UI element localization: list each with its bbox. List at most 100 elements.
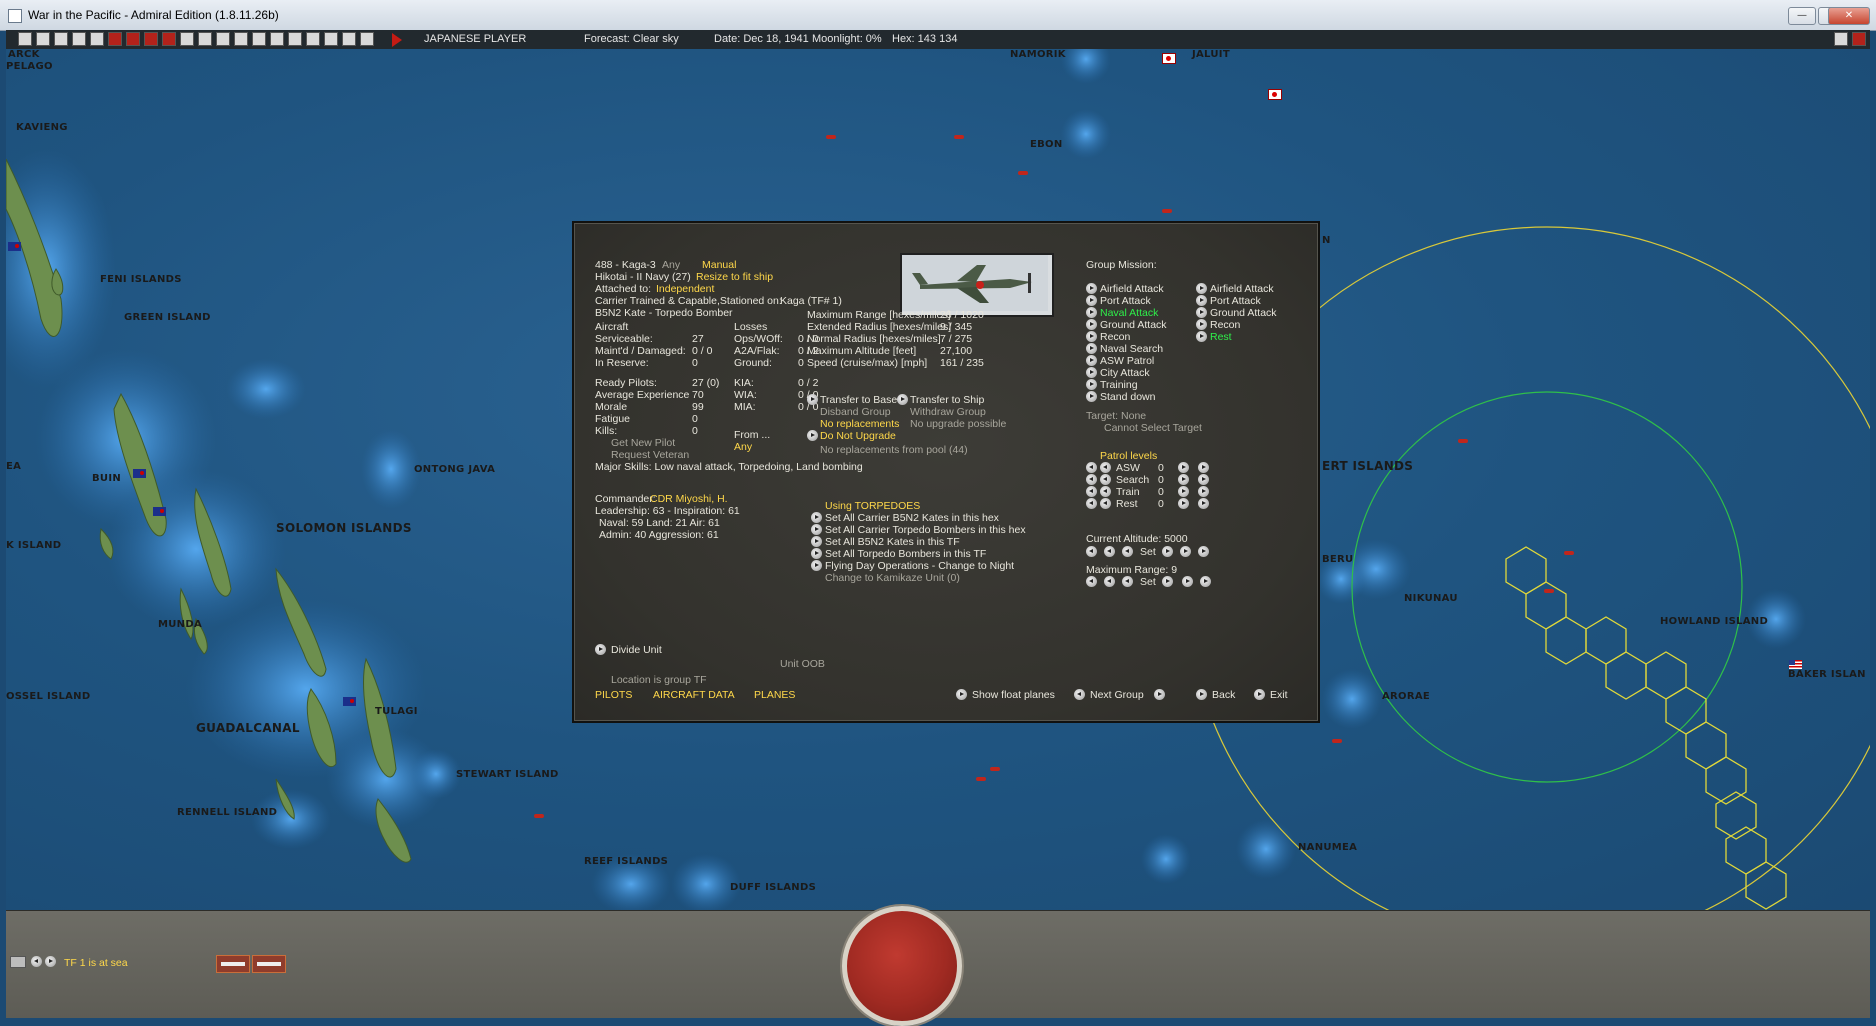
altitude-inc-fast-icon[interactable] (1198, 546, 1209, 557)
ship-marker-icon[interactable] (826, 135, 836, 139)
ship-marker-icon[interactable] (1458, 439, 1468, 443)
back-button[interactable]: Back (1212, 689, 1235, 701)
toolbar-icon-2[interactable] (36, 32, 50, 46)
mission-arrow-icon[interactable] (1086, 295, 1097, 306)
torpedo-option-2[interactable]: Set All Carrier Torpedo Bombers in this … (825, 524, 1026, 536)
back-arrow-icon[interactable] (1196, 689, 1207, 700)
range-dec-small-icon[interactable] (1122, 576, 1133, 587)
patrol-inc-icon[interactable] (1178, 462, 1189, 473)
toolbar-icon-16[interactable] (288, 32, 302, 46)
toolbar-icon-8[interactable] (144, 32, 158, 46)
patrol-inc-fast-icon[interactable] (1198, 498, 1209, 509)
next-group-arrow-icon[interactable] (1154, 689, 1165, 700)
mission2-port-attack[interactable]: Port Attack (1210, 295, 1261, 307)
minimize-button[interactable]: — (1788, 7, 1816, 25)
patrol-inc-fast-icon[interactable] (1198, 486, 1209, 497)
toolbar-icon-12[interactable] (216, 32, 230, 46)
mission-arrow-icon[interactable] (1086, 343, 1097, 354)
toolbar-right-icon-2[interactable] (1852, 32, 1866, 46)
mission2-recon[interactable]: Recon (1210, 319, 1240, 331)
patrol-dec-icon[interactable] (1100, 462, 1111, 473)
toolbar-icon-5[interactable] (90, 32, 104, 46)
ship-marker-icon[interactable] (1332, 739, 1342, 743)
disband-group-button[interactable]: Disband Group (820, 406, 891, 418)
transfer-to-base-button[interactable]: Transfer to Base (820, 394, 897, 406)
range-inc-fast-icon[interactable] (1200, 576, 1211, 587)
end-turn-play-icon[interactable] (392, 33, 402, 47)
divide-unit-arrow-icon[interactable] (595, 644, 606, 655)
japan-base-icon[interactable] (1268, 89, 1282, 100)
no-replacements[interactable]: No replacements (820, 418, 899, 430)
ship-marker-icon[interactable] (534, 814, 544, 818)
australia-flag-icon[interactable] (153, 507, 166, 516)
ship-marker-icon[interactable] (976, 777, 986, 781)
next-group-button[interactable]: Next Group (1090, 689, 1144, 701)
mission-naval-search[interactable]: Naval Search (1100, 343, 1163, 355)
tab-pilots[interactable]: PILOTS (595, 689, 632, 701)
patrol-inc-icon[interactable] (1178, 486, 1189, 497)
ship-marker-icon[interactable] (1544, 589, 1554, 593)
torpedo-option-4[interactable]: Set All Torpedo Bombers in this TF (825, 548, 986, 560)
show-float-arrow-icon[interactable] (956, 689, 967, 700)
altitude-dec-icon[interactable] (1104, 546, 1115, 557)
patrol-dec-fast-icon[interactable] (1086, 462, 1097, 473)
toolbar-icon-13[interactable] (234, 32, 248, 46)
ship-marker-icon[interactable] (1018, 171, 1028, 175)
mission2-airfield-attack[interactable]: Airfield Attack (1210, 283, 1274, 295)
next-tf-icon[interactable] (45, 956, 56, 967)
patrol-dec-icon[interactable] (1100, 486, 1111, 497)
patrol-dec-fast-icon[interactable] (1086, 486, 1097, 497)
day-night-arrow-icon[interactable] (811, 560, 822, 571)
request-veteran-button[interactable]: Request Veteran (611, 449, 689, 461)
range-inc-icon[interactable] (1182, 576, 1193, 587)
altitude-dec-fast-icon[interactable] (1086, 546, 1097, 557)
australia-flag-icon[interactable] (343, 697, 356, 706)
toolbar-icon-11[interactable] (198, 32, 212, 46)
prev-group-arrow-icon[interactable] (1074, 689, 1085, 700)
toolbar-icon-7[interactable] (126, 32, 140, 46)
patrol-dec-fast-icon[interactable] (1086, 498, 1097, 509)
mission2-arrow-icon[interactable] (1196, 283, 1207, 294)
mission-arrow-icon[interactable] (1086, 367, 1097, 378)
patrol-dec-icon[interactable] (1100, 498, 1111, 509)
range-set-button[interactable]: Set (1140, 576, 1156, 588)
range-dec-fast-icon[interactable] (1086, 576, 1097, 587)
transfer-to-ship-button[interactable]: Transfer to Ship (910, 394, 984, 406)
patrol-dec-fast-icon[interactable] (1086, 474, 1097, 485)
altitude-set-button[interactable]: Set (1140, 546, 1156, 558)
divide-unit-button[interactable]: Divide Unit (611, 644, 662, 656)
toolbar-icon-19[interactable] (342, 32, 356, 46)
set-arrow-icon[interactable] (811, 536, 822, 547)
mission-asw-patrol[interactable]: ASW Patrol (1100, 355, 1154, 367)
day-night-toggle[interactable]: Flying Day Operations - Change to Night (825, 560, 1014, 572)
mission2-arrow-icon[interactable] (1196, 307, 1207, 318)
mission-port-attack[interactable]: Port Attack (1100, 295, 1151, 307)
ship-marker-icon[interactable] (1564, 551, 1574, 555)
mission-arrow-icon[interactable] (1086, 307, 1097, 318)
resize-to-fit-ship[interactable]: Resize to fit ship (696, 271, 773, 283)
manual-toggle[interactable]: Manual (702, 259, 736, 271)
toolbar-icon-15[interactable] (270, 32, 284, 46)
ship-slot-icon[interactable] (252, 955, 286, 973)
upgrade-arrow-icon[interactable] (807, 430, 818, 441)
withdraw-group-button[interactable]: Withdraw Group (910, 406, 986, 418)
mission-arrow-icon[interactable] (1086, 391, 1097, 402)
set-arrow-icon[interactable] (811, 512, 822, 523)
transfer-ship-arrow-icon[interactable] (897, 394, 908, 405)
mission2-arrow-icon[interactable] (1196, 319, 1207, 330)
altitude-inc-icon[interactable] (1180, 546, 1191, 557)
patrol-dec-icon[interactable] (1100, 474, 1111, 485)
from-value[interactable]: Any (734, 441, 752, 453)
ship-marker-icon[interactable] (954, 135, 964, 139)
mission-arrow-icon[interactable] (1086, 331, 1097, 342)
mission-naval-attack[interactable]: Naval Attack (1100, 307, 1158, 319)
ship-marker-icon[interactable] (1162, 209, 1172, 213)
close-button[interactable]: ✕ (1828, 7, 1870, 25)
mission-arrow-icon[interactable] (1086, 379, 1097, 390)
australia-flag-icon[interactable] (133, 469, 146, 478)
mission-arrow-icon[interactable] (1086, 319, 1097, 330)
altitude-inc-small-icon[interactable] (1162, 546, 1173, 557)
show-float-planes-button[interactable]: Show float planes (972, 689, 1055, 701)
torpedo-option-1[interactable]: Set All Carrier B5N2 Kates in this hex (825, 512, 999, 524)
mission2-rest[interactable]: Rest (1210, 331, 1232, 343)
